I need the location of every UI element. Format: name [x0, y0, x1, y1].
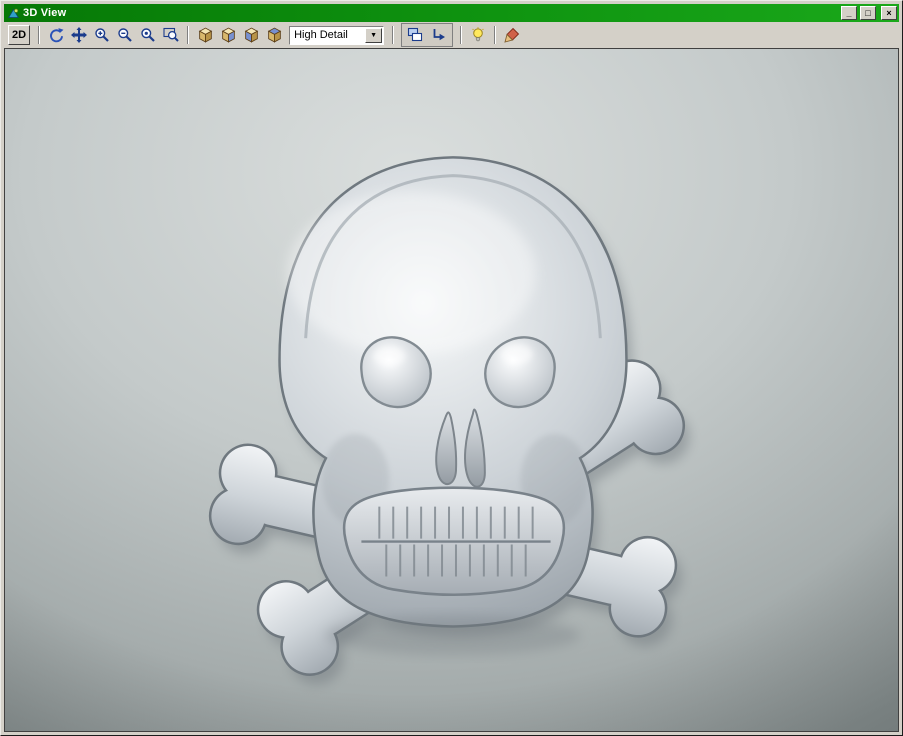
toggle-2d-view-button[interactable]: 2D [8, 25, 30, 45]
view-layout-group [401, 23, 453, 47]
window-3d-view: 3D View _ □ × 2D [0, 0, 903, 736]
iso-view-button[interactable] [194, 25, 216, 45]
zoom-in-button[interactable] [91, 25, 113, 45]
view-orientation-button[interactable] [428, 25, 450, 45]
toolbar-separator [494, 26, 496, 44]
maximize-button[interactable]: □ [860, 6, 876, 20]
toolbar-separator [187, 26, 189, 44]
pan-view-button[interactable] [68, 25, 90, 45]
zoom-extents-button[interactable] [160, 25, 182, 45]
cube-side-face-icon [243, 27, 260, 44]
paint-brush-icon [504, 27, 520, 43]
window-title: 3D View [23, 4, 838, 22]
bent-arrow-icon [431, 27, 447, 43]
paint-relief-button[interactable] [501, 25, 523, 45]
toolbar-separator [38, 26, 40, 44]
zoom-out-icon [117, 27, 133, 43]
multi-view-button[interactable] [404, 25, 426, 45]
multi-view-icon [407, 27, 423, 43]
pan-icon [71, 27, 87, 43]
rotate-icon [48, 27, 65, 44]
iso-cube-icon [197, 27, 214, 44]
toolbar-separator [392, 26, 394, 44]
toolbar: 2D [4, 22, 899, 48]
rotate-view-button[interactable] [45, 25, 67, 45]
cube-top-face-icon [266, 27, 283, 44]
zoom-scale-icon [140, 27, 156, 43]
minimize-button[interactable]: _ [841, 6, 857, 20]
chevron-down-icon[interactable]: ▼ [365, 28, 382, 43]
view-along-y-button[interactable] [240, 25, 262, 45]
toolbar-separator [460, 26, 462, 44]
view-along-x-button[interactable] [217, 25, 239, 45]
zoom-scale-button[interactable] [137, 25, 159, 45]
zoom-extents-icon [163, 27, 179, 43]
viewport-3d[interactable] [4, 48, 899, 732]
view-down-z-button[interactable] [263, 25, 285, 45]
close-button[interactable]: × [881, 6, 897, 20]
lightbulb-icon [470, 27, 486, 43]
lighting-button[interactable] [467, 25, 489, 45]
titlebar: 3D View _ □ × [4, 4, 899, 22]
skull-crossbones-render [5, 49, 898, 731]
zoom-in-icon [94, 27, 110, 43]
detail-select[interactable]: High Detail ▼ [289, 26, 384, 45]
3d-view-window-icon [6, 6, 20, 20]
zoom-out-button[interactable] [114, 25, 136, 45]
cube-front-face-icon [220, 27, 237, 44]
